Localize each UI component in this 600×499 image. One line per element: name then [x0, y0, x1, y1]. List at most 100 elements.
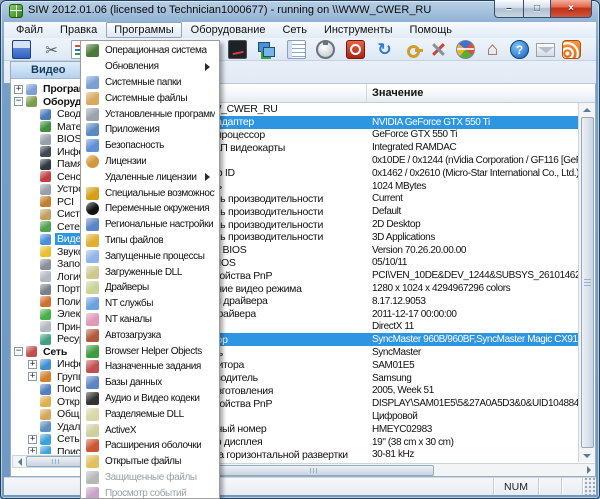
menu-item[interactable]: Защищенные файлы: [81, 470, 219, 486]
scroll-up-icon[interactable]: [580, 103, 595, 116]
table-row[interactable]: Версия драйвера8.17.12.9053: [179, 295, 578, 308]
refresh-icon[interactable]: [375, 40, 394, 59]
table-vertical-scrollbar[interactable]: [578, 103, 595, 462]
menu-item[interactable]: Browser Helper Objects: [81, 343, 219, 359]
table-horizontal-scrollbar[interactable]: [179, 463, 595, 476]
tools-icon[interactable]: [429, 40, 448, 59]
menu-item[interactable]: Запущенные процессы: [81, 248, 219, 264]
menu-item[interactable]: Переменные окружения: [81, 201, 219, 217]
menu-item[interactable]: NT каналы: [81, 312, 219, 328]
table-row[interactable]: Уровень производительности2D Desktop: [179, 218, 578, 231]
home-icon[interactable]: [483, 40, 502, 59]
rss-icon[interactable]: [562, 40, 581, 59]
menu-item[interactable]: Специальные возможности: [81, 185, 219, 201]
maximize-button[interactable]: □: [523, 0, 550, 18]
menubar-item-edit[interactable]: Правка: [52, 22, 105, 38]
table-row[interactable]: ID устройства PnPPCI\VEN_10DE&DEV_1244&S…: [179, 269, 578, 282]
menu-item[interactable]: Удаленные лицензии: [81, 169, 219, 185]
table-row[interactable]: ID устройства PnPDISPLAY\SAM01E5\5&27A0A…: [179, 397, 578, 410]
collapse-icon[interactable]: −: [14, 347, 23, 356]
table-row[interactable]: Уровень производительности3D Application…: [179, 231, 578, 244]
table-row[interactable]: Память1024 MBytes: [179, 180, 578, 193]
table-row[interactable]: DirectXDirectX 11: [179, 321, 578, 334]
horizontal-scrollbar-thumb[interactable]: [194, 465, 434, 476]
table-row[interactable]: Уровень производительностиDefault: [179, 205, 578, 218]
table-row[interactable]: PCI ID0x10DE / 0x1244 (nVidia Corporatio…: [179, 154, 578, 167]
table-row[interactable]: ВходЦифровой: [179, 410, 578, 423]
table-row[interactable]: Частота горизонтальной развертки30-81 kH…: [179, 449, 578, 462]
menubar-item-file[interactable]: Файл: [8, 22, 51, 38]
map-icon[interactable]: [456, 40, 475, 59]
expand-icon[interactable]: +: [28, 360, 37, 369]
menu-item[interactable]: Открытые файлы: [81, 454, 219, 470]
value-column-header[interactable]: Значение: [367, 84, 595, 102]
menubar-item-help[interactable]: Помощь: [402, 22, 461, 38]
tree-scrollbar-thumb[interactable]: [26, 456, 86, 467]
activity-graph-icon[interactable]: [228, 40, 247, 59]
table-row[interactable]: Частота вертикальной развертки56-76 Hz: [179, 461, 578, 462]
checklist-icon[interactable]: [287, 40, 306, 59]
menu-item[interactable]: Просмотр событий: [81, 485, 219, 499]
menu-item[interactable]: Расширения оболочки: [81, 438, 219, 454]
menu-item[interactable]: Типы файлов: [81, 233, 219, 249]
table-row[interactable]: ВидеопроцессорGeForce GTX 550 Ti: [179, 129, 578, 142]
table-row[interactable]: Дата изготовления2005, Week 51: [179, 385, 578, 398]
menubar-item-tools[interactable]: Инструменты: [316, 22, 401, 38]
menu-item[interactable]: Операционная система: [81, 43, 219, 59]
menubar-item-software[interactable]: Программы: [106, 22, 181, 38]
table-row[interactable]: Тип ЦАП видеокартыIntegrated RAMDAC: [179, 141, 578, 154]
scroll-left-icon[interactable]: [13, 456, 26, 467]
menu-item[interactable]: Системные файлы: [81, 90, 219, 106]
menu-item[interactable]: Приложения: [81, 122, 219, 138]
close-button[interactable]: ×: [550, 0, 592, 18]
table-row[interactable]: МониторSyncMaster 960B/960BF,SyncMaster …: [179, 333, 578, 346]
menu-item[interactable]: Системные папки: [81, 75, 219, 91]
minimize-button[interactable]: –: [494, 0, 523, 18]
table-row[interactable]: Серийный номерHMEYC02983: [179, 423, 578, 436]
expand-icon[interactable]: +: [28, 372, 37, 381]
cut-icon[interactable]: [42, 40, 61, 59]
table-row[interactable]: Дата драйвера2011-12-17 00:00:00: [179, 308, 578, 321]
collapse-icon[interactable]: −: [14, 97, 23, 106]
menu-item[interactable]: Установленные программы: [81, 106, 219, 122]
save-icon[interactable]: [12, 40, 31, 59]
vertical-scrollbar-thumb[interactable]: [581, 117, 594, 448]
table-row[interactable]: МодельSyncMaster: [179, 346, 578, 359]
expand-icon[interactable]: +: [14, 85, 23, 94]
menu-item[interactable]: ActiveX: [81, 422, 219, 438]
table-row[interactable]: Строка BIOSVersion 70.26.20.00.00: [179, 244, 578, 257]
shutdown-icon[interactable]: [346, 40, 365, 59]
expand-icon[interactable]: +: [28, 435, 37, 444]
menu-item[interactable]: Лицензии: [81, 154, 219, 170]
menubar-item-network[interactable]: Сеть: [274, 22, 314, 38]
menu-item[interactable]: Загруженные DLL: [81, 264, 219, 280]
table-row[interactable]: PCI sub ID0x1462 / 0x2610 (Micro-Star In…: [179, 167, 578, 180]
table-row[interactable]: ПроизводительSamsung: [179, 372, 578, 385]
table-row[interactable]: Описание видео режима1280 x 1024 x 42949…: [179, 282, 578, 295]
table-row[interactable]: ID монитораSAM01E5: [179, 359, 578, 372]
menu-item[interactable]: Безопасность: [81, 138, 219, 154]
help-icon[interactable]: [510, 40, 529, 59]
menu-item[interactable]: Региональные настройки: [81, 217, 219, 233]
menu-item[interactable]: NT службы: [81, 296, 219, 312]
menu-item[interactable]: Разделяемые DLL: [81, 406, 219, 422]
menu-item[interactable]: Аудио и Видео кодеки: [81, 391, 219, 407]
table-row[interactable]: Дата BIOS05/10/11: [179, 257, 578, 270]
table-header[interactable]: Значение: [179, 84, 595, 103]
menu-item[interactable]: Базы данных: [81, 375, 219, 391]
title-bar[interactable]: SIW 2012.01.06 (licensed to Technician10…: [0, 0, 600, 22]
expand-icon[interactable]: +: [28, 447, 37, 454]
menubar-item-hardware[interactable]: Оборудование: [183, 22, 274, 38]
menu-item[interactable]: Обновления: [81, 59, 219, 75]
table-row[interactable]: ВидеоадаптерNVIDIA GeForce GTX 550 Ti: [179, 116, 578, 129]
table-group-row[interactable]: \\WWW_CWER_RU: [179, 103, 578, 116]
mail-icon[interactable]: [536, 43, 555, 57]
table-row[interactable]: Размер дисплея19" (38 cm x 30 cm): [179, 436, 578, 449]
scroll-right-icon[interactable]: [582, 465, 595, 476]
menu-item[interactable]: Драйверы: [81, 280, 219, 296]
network-computers-icon[interactable]: [257, 40, 276, 59]
table-row[interactable]: Уровень производительностиCurrent: [179, 193, 578, 206]
menu-item[interactable]: Автозагрузка: [81, 327, 219, 343]
resize-grip[interactable]: [582, 478, 596, 495]
key-icon[interactable]: [405, 40, 424, 59]
